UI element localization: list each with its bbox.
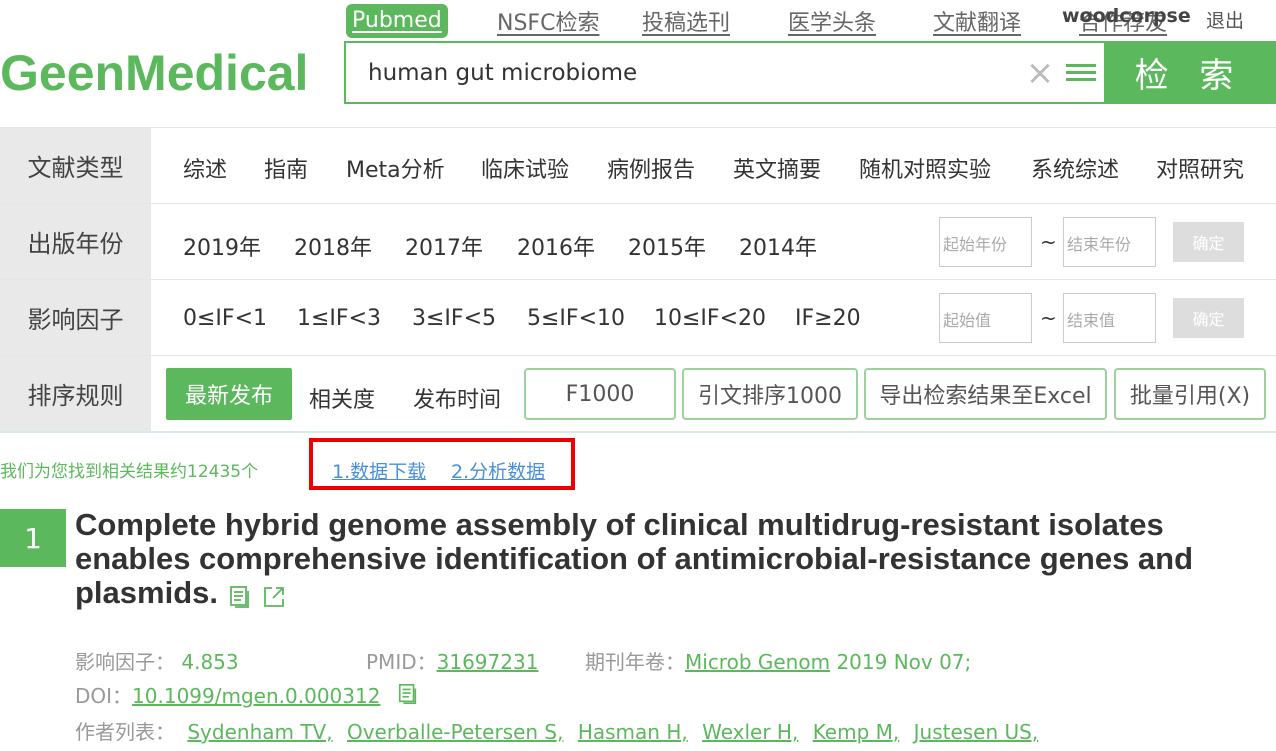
batch-cite-button[interactable]: 批量引用(X) — [1114, 368, 1266, 420]
nav-journal-select[interactable]: 投稿选刊 — [642, 5, 730, 37]
analyze-data-link[interactable]: 2.分析数据 — [451, 457, 545, 484]
menu-icon[interactable] — [1058, 43, 1104, 102]
sort-citation-button[interactable]: 引文排序1000 — [682, 368, 858, 420]
filter-year-item[interactable]: 2018年 — [294, 230, 372, 262]
author-link[interactable]: Overballe-Petersen S, — [347, 720, 564, 744]
search-bar: × 检 索 — [344, 41, 1276, 104]
filter-doc-type-item[interactable]: 随机对照实验 — [859, 152, 991, 184]
filter-year-item[interactable]: 2014年 — [739, 230, 817, 262]
filter-year-item[interactable]: 2015年 — [628, 230, 706, 262]
filter-label-sort: 排序规则 — [0, 356, 151, 431]
username[interactable]: woodcorpse — [1062, 5, 1191, 27]
filter-label-doc-type: 文献类型 — [0, 128, 151, 203]
nav-headlines[interactable]: 医学头条 — [788, 5, 876, 37]
filter-row-doc-type: 文献类型 综述 指南 Meta分析 临床试验 病例报告 英文摘要 随机对照实验 … — [0, 128, 1276, 204]
filter-label-year: 出版年份 — [0, 204, 151, 279]
logout-link[interactable]: 退出 — [1206, 6, 1244, 33]
result-rank: 1 — [0, 509, 66, 567]
impact-factor-value: 4.853 — [181, 650, 239, 674]
site-logo[interactable]: GeenMedical — [0, 44, 308, 102]
sort-relevance[interactable]: 相关度 — [309, 382, 375, 414]
journal-date: 2019 Nov 07; — [836, 650, 972, 674]
article-title[interactable]: Complete hybrid genome assembly of clini… — [75, 508, 1265, 612]
filter-row-sort: 排序规则 最新发布 相关度 发布时间 F1000 引文排序1000 导出检索结果… — [0, 356, 1276, 433]
filter-impact-item[interactable]: IF≥20 — [795, 306, 861, 331]
journal-info: 期刊年卷：Microb Genom 2019 Nov 07; — [585, 650, 972, 674]
start-if-input[interactable]: 起始值 — [939, 293, 1032, 343]
nav-nsfc[interactable]: NSFC检索 — [497, 5, 599, 37]
nav-pubmed[interactable]: Pubmed — [346, 4, 448, 38]
filter-impact-item[interactable]: 1≤IF<3 — [297, 306, 381, 331]
external-link-icon[interactable] — [262, 585, 286, 609]
filter-doc-type-item[interactable]: 系统综述 — [1031, 152, 1119, 184]
export-excel-button[interactable]: 导出检索结果至Excel — [864, 368, 1107, 420]
filter-panel: 文献类型 综述 指南 Meta分析 临床试验 病例报告 英文摘要 随机对照实验 … — [0, 127, 1276, 433]
data-download-link[interactable]: 1.数据下载 — [332, 457, 426, 484]
author-link[interactable]: Wexler H, — [702, 720, 798, 744]
start-year-input[interactable]: 起始年份 — [939, 217, 1032, 267]
nav-translate[interactable]: 文献翻译 — [933, 5, 1021, 37]
end-year-input[interactable]: 结束年份 — [1063, 217, 1156, 267]
highlight-box: 1.数据下载 2.分析数据 — [309, 438, 575, 490]
range-separator: ~ — [1040, 306, 1057, 330]
if-confirm-button[interactable]: 确定 — [1173, 298, 1244, 338]
copy-icon[interactable] — [228, 585, 252, 609]
end-if-input[interactable]: 结束值 — [1063, 293, 1156, 343]
copy-doi-icon[interactable] — [397, 683, 419, 705]
doi: DOI：10.1099/mgen.0.000312 — [75, 680, 419, 709]
filter-doc-type-item[interactable]: 临床试验 — [481, 152, 569, 184]
filter-impact-item[interactable]: 0≤IF<1 — [183, 306, 267, 331]
filter-row-impact: 影响因子 0≤IF<1 1≤IF<3 3≤IF<5 5≤IF<10 10≤IF<… — [0, 280, 1276, 356]
filter-year-item[interactable]: 2016年 — [517, 230, 595, 262]
filter-impact-item[interactable]: 10≤IF<20 — [654, 306, 766, 331]
filter-doc-type-item[interactable]: 病例报告 — [607, 152, 695, 184]
filter-doc-type-item[interactable]: Meta分析 — [346, 152, 445, 184]
pmid: PMID：31697231 — [366, 650, 539, 674]
filter-row-year: 出版年份 2019年 2018年 2017年 2016年 2015年 2014年… — [0, 204, 1276, 280]
filter-impact-item[interactable]: 5≤IF<10 — [527, 306, 625, 331]
search-button[interactable]: 检 索 — [1104, 43, 1274, 102]
search-input[interactable] — [346, 43, 1022, 102]
filter-year-item[interactable]: 2017年 — [405, 230, 483, 262]
sort-pub-time[interactable]: 发布时间 — [413, 382, 501, 414]
filter-doc-type-item[interactable]: 英文摘要 — [733, 152, 821, 184]
clear-icon[interactable]: × — [1022, 43, 1058, 102]
doi-link[interactable]: 10.1099/mgen.0.000312 — [132, 684, 380, 708]
filter-impact-item[interactable]: 3≤IF<5 — [412, 306, 496, 331]
sort-latest-button[interactable]: 最新发布 — [166, 368, 292, 420]
filter-label-impact: 影响因子 — [0, 280, 151, 355]
author-link[interactable]: Hasman H, — [578, 720, 688, 744]
journal-link[interactable]: Microb Genom — [685, 650, 830, 674]
author-link[interactable]: Sydenham TV, — [187, 720, 332, 744]
author-list: 作者列表： Sydenham TV, Overballe-Petersen S,… — [75, 720, 1039, 744]
author-link[interactable]: Justesen US, — [914, 720, 1039, 744]
filter-doc-type-item[interactable]: 指南 — [264, 152, 308, 184]
filter-year-item[interactable]: 2019年 — [183, 230, 261, 262]
result-count: 我们为您找到相关结果约12435个 — [0, 462, 259, 482]
range-separator: ~ — [1040, 230, 1057, 254]
pmid-link[interactable]: 31697231 — [437, 650, 539, 674]
author-link[interactable]: Kemp M, — [813, 720, 900, 744]
impact-factor: 影响因子： 4.853 — [75, 650, 239, 674]
filter-doc-type-item[interactable]: 综述 — [183, 152, 227, 184]
filter-doc-type-item[interactable]: 对照研究 — [1156, 152, 1244, 184]
sort-f1000-button[interactable]: F1000 — [524, 368, 676, 420]
year-confirm-button[interactable]: 确定 — [1173, 222, 1244, 262]
